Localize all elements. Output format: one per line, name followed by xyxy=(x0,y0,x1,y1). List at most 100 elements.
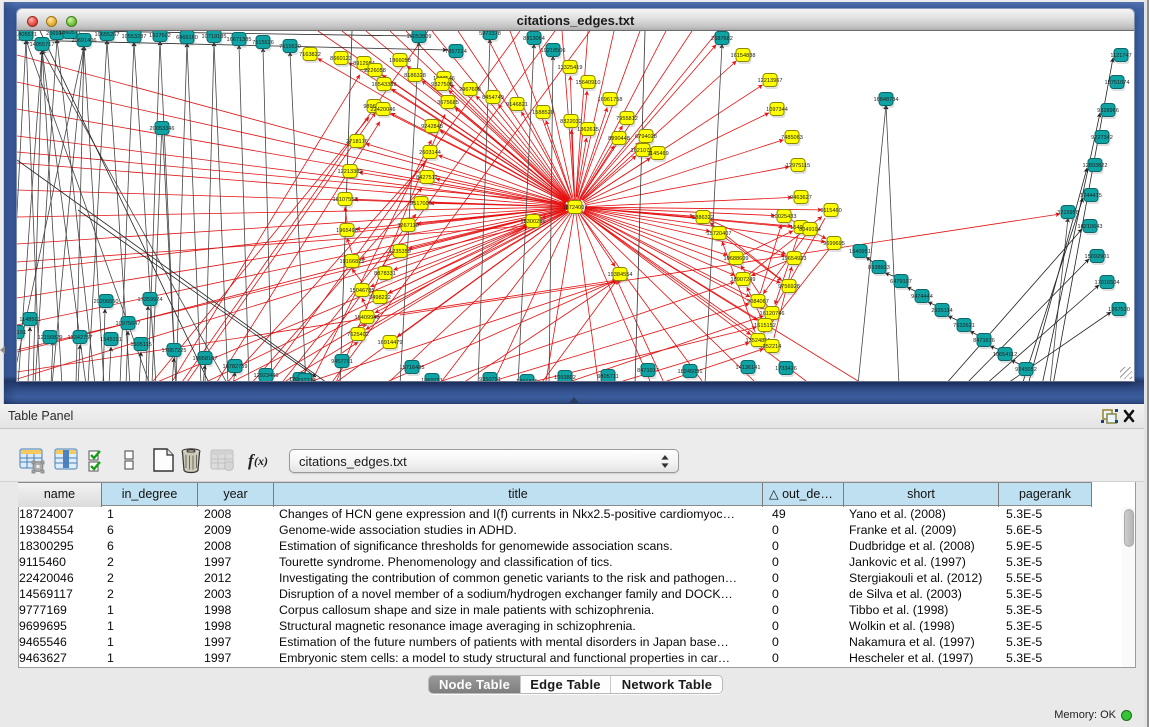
svg-text:15692901: 15692901 xyxy=(1085,254,1110,260)
svg-text:12342757: 12342757 xyxy=(68,335,93,341)
svg-text:22420046: 22420046 xyxy=(371,107,396,113)
svg-text:15720407: 15720407 xyxy=(707,231,732,237)
svg-text:9245052: 9245052 xyxy=(1015,367,1037,373)
svg-text:9327508: 9327508 xyxy=(431,82,453,88)
svg-text:7515526: 7515526 xyxy=(252,40,274,46)
svg-text:1148501: 1148501 xyxy=(19,317,40,323)
svg-text:19218506: 19218506 xyxy=(541,48,566,54)
svg-text:1145469: 1145469 xyxy=(647,151,668,157)
svg-text:1588520: 1588520 xyxy=(532,110,554,116)
svg-text:20053346: 20053346 xyxy=(150,126,175,132)
svg-text:8938923: 8938923 xyxy=(868,265,890,271)
svg-text:8471676: 8471676 xyxy=(973,338,995,344)
svg-text:16848784: 16848784 xyxy=(874,97,899,103)
svg-text:16671385: 16671385 xyxy=(227,37,252,43)
svg-text:15751074: 15751074 xyxy=(1105,80,1130,86)
svg-text:13325419: 13325419 xyxy=(558,65,583,71)
svg-text:8471077: 8471077 xyxy=(637,368,659,374)
svg-text:7485063: 7485063 xyxy=(781,135,803,141)
svg-text:9146821: 9146821 xyxy=(506,102,528,108)
svg-text:3215958: 3215958 xyxy=(1057,210,1079,216)
svg-text:1965498: 1965498 xyxy=(336,228,358,234)
svg-text:7632621: 7632621 xyxy=(953,323,975,329)
svg-text:1235359: 1235359 xyxy=(389,249,411,255)
svg-text:16914479: 16914479 xyxy=(378,340,403,346)
svg-text:2603144: 2603144 xyxy=(419,150,441,156)
svg-text:10025433: 10025433 xyxy=(772,214,797,220)
svg-text:18724007: 18724007 xyxy=(563,205,588,211)
svg-text:14055717: 14055717 xyxy=(30,42,55,48)
svg-text:9115460: 9115460 xyxy=(820,208,841,214)
svg-text:9517006: 9517006 xyxy=(410,201,432,207)
svg-text:16120746: 16120746 xyxy=(760,311,785,317)
svg-text:6479197: 6479197 xyxy=(890,279,912,285)
svg-text:20206550: 20206550 xyxy=(94,299,119,305)
svg-text:8813054: 8813054 xyxy=(523,36,545,42)
svg-text:1267530: 1267530 xyxy=(1108,307,1130,313)
svg-text:1301875: 1301875 xyxy=(516,379,538,381)
svg-text:1292374: 1292374 xyxy=(294,378,316,381)
svg-text:17957225: 17957225 xyxy=(162,348,187,354)
svg-text:14136141: 14136141 xyxy=(736,365,761,371)
svg-text:12213967: 12213967 xyxy=(758,78,783,84)
svg-text:1093802: 1093802 xyxy=(554,375,576,381)
svg-text:1244415: 1244415 xyxy=(1080,193,1102,199)
svg-text:(x): (x) xyxy=(254,454,268,468)
svg-text:2967608: 2967608 xyxy=(459,87,481,93)
svg-text:10655267: 10655267 xyxy=(95,32,120,38)
svg-text:1733426: 1733426 xyxy=(775,366,797,372)
svg-text:19654923: 19654923 xyxy=(782,256,807,262)
svg-text:19166825: 19166825 xyxy=(340,259,365,265)
svg-text:16154838: 16154838 xyxy=(731,53,756,59)
svg-text:18300295: 18300295 xyxy=(521,219,546,225)
svg-text:9699695: 9699695 xyxy=(823,241,845,247)
svg-text:9084067: 9084067 xyxy=(747,299,769,305)
svg-text:2718176: 2718176 xyxy=(346,139,368,145)
svg-text:10654112: 10654112 xyxy=(993,352,1017,358)
svg-text:1097344: 1097344 xyxy=(766,107,788,113)
svg-text:16053809: 16053809 xyxy=(407,34,432,40)
svg-text:19384554: 19384554 xyxy=(608,272,633,278)
svg-text:12156829: 12156829 xyxy=(38,335,63,341)
svg-text:12923446: 12923446 xyxy=(254,373,279,379)
svg-text:8049104: 8049104 xyxy=(799,227,821,233)
svg-text:7357224: 7357224 xyxy=(445,49,467,55)
svg-text:2226058: 2226058 xyxy=(364,68,386,74)
svg-text:6794028: 6794028 xyxy=(635,134,657,140)
svg-text:1505115: 1505115 xyxy=(130,342,151,348)
svg-text:8878331: 8878331 xyxy=(374,271,396,277)
svg-text:6466160: 6466160 xyxy=(176,35,198,41)
svg-text:10688609: 10688609 xyxy=(724,256,749,262)
svg-text:8454749: 8454749 xyxy=(482,95,504,101)
svg-text:8660123: 8660123 xyxy=(330,56,352,62)
svg-text:18245051: 18245051 xyxy=(678,369,703,375)
svg-text:9227342: 9227342 xyxy=(1091,135,1113,141)
svg-text:1121747: 1121747 xyxy=(1110,53,1131,59)
svg-text:16543382: 16543382 xyxy=(372,82,397,88)
svg-text:7625402: 7625402 xyxy=(347,332,369,338)
svg-text:1069251: 1069251 xyxy=(421,378,443,381)
svg-text:2687682: 2687682 xyxy=(711,36,733,42)
svg-text:252214: 252214 xyxy=(763,344,782,350)
svg-text:16961758: 16961758 xyxy=(598,97,623,103)
svg-text:2886322: 2886322 xyxy=(692,215,714,221)
svg-text:1527602: 1527602 xyxy=(149,33,171,39)
svg-text:15640910: 15640910 xyxy=(576,80,601,86)
svg-text:15046785: 15046785 xyxy=(350,288,375,294)
svg-text:9805711: 9805711 xyxy=(597,374,618,380)
svg-text:15716485: 15716485 xyxy=(400,365,425,371)
svg-text:3675685: 3675685 xyxy=(437,100,459,106)
svg-text:9474444: 9474444 xyxy=(911,294,933,300)
svg-text:12893822: 12893822 xyxy=(1083,163,1108,169)
svg-text:10975647: 10975647 xyxy=(116,321,141,327)
svg-text:17359924: 17359924 xyxy=(138,297,163,303)
svg-text:5972378: 5972378 xyxy=(479,31,501,37)
svg-text:1405571: 1405571 xyxy=(17,32,37,38)
svg-text:17016504: 17016504 xyxy=(1095,280,1120,286)
svg-text:9756928: 9756928 xyxy=(778,284,800,290)
svg-text:15409948: 15409948 xyxy=(355,315,380,321)
svg-text:1615152: 1615152 xyxy=(754,323,776,329)
svg-text:8427512: 8427512 xyxy=(416,175,438,181)
svg-text:7955812: 7955812 xyxy=(616,116,638,122)
svg-text:10958107: 10958107 xyxy=(193,356,218,362)
